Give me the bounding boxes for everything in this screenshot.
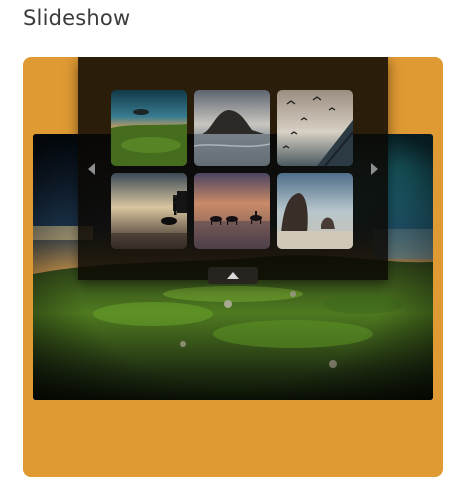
thumbnail-1[interactable] (111, 90, 187, 166)
chevron-right-icon (371, 163, 378, 175)
thumbnail-6[interactable] (277, 173, 353, 249)
thumbnail-5[interactable] (194, 173, 270, 249)
thumbnail-3[interactable] (277, 90, 353, 166)
thumbnail-panel (78, 57, 388, 284)
page-title: Slideshow (23, 6, 131, 30)
chevron-up-icon (227, 272, 239, 279)
chevron-left-icon (88, 163, 95, 175)
thumbnail-4[interactable] (111, 173, 187, 249)
thumbnail-2[interactable] (194, 90, 270, 166)
prev-arrow-button[interactable] (84, 157, 100, 181)
next-arrow-button[interactable] (366, 157, 382, 181)
slideshow (23, 57, 443, 477)
toggle-thumbnails-button[interactable] (208, 267, 258, 284)
